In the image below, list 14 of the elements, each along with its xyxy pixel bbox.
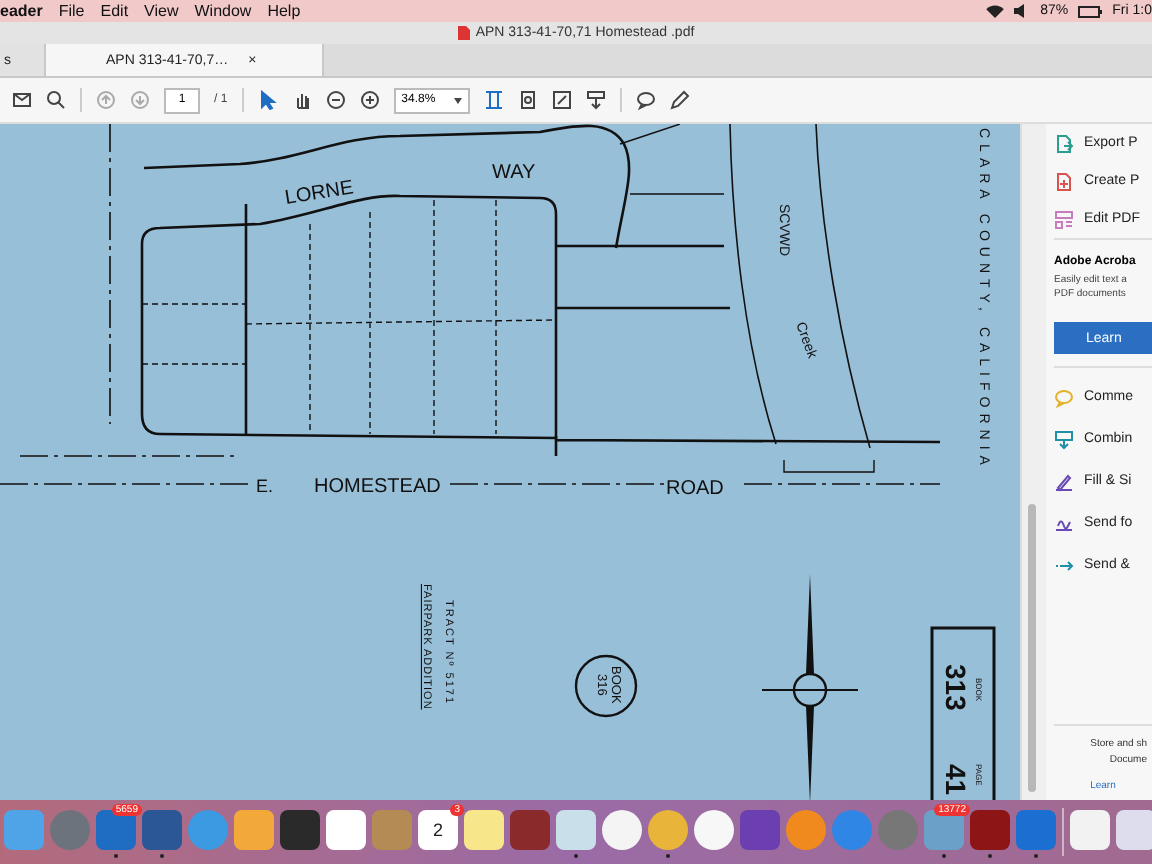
menu-item[interactable]: File bbox=[58, 2, 85, 20]
page-number: 41 bbox=[940, 764, 972, 796]
street-label: WAY bbox=[492, 162, 536, 184]
menu-item[interactable]: View bbox=[144, 2, 179, 20]
menu-item[interactable]: Edit bbox=[100, 2, 129, 20]
road-label: HOMESTEAD bbox=[314, 476, 441, 498]
book-number: 313 bbox=[940, 664, 972, 711]
menu-item[interactable]: Window bbox=[194, 2, 252, 20]
road-label: ROAD bbox=[666, 478, 724, 500]
menu-item[interactable]: Help bbox=[267, 2, 301, 20]
road-label: E. bbox=[256, 476, 274, 496]
app-menu[interactable]: eader bbox=[0, 2, 43, 20]
calendar-date: 2 bbox=[432, 820, 443, 840]
street-label: LORNE bbox=[283, 177, 355, 210]
